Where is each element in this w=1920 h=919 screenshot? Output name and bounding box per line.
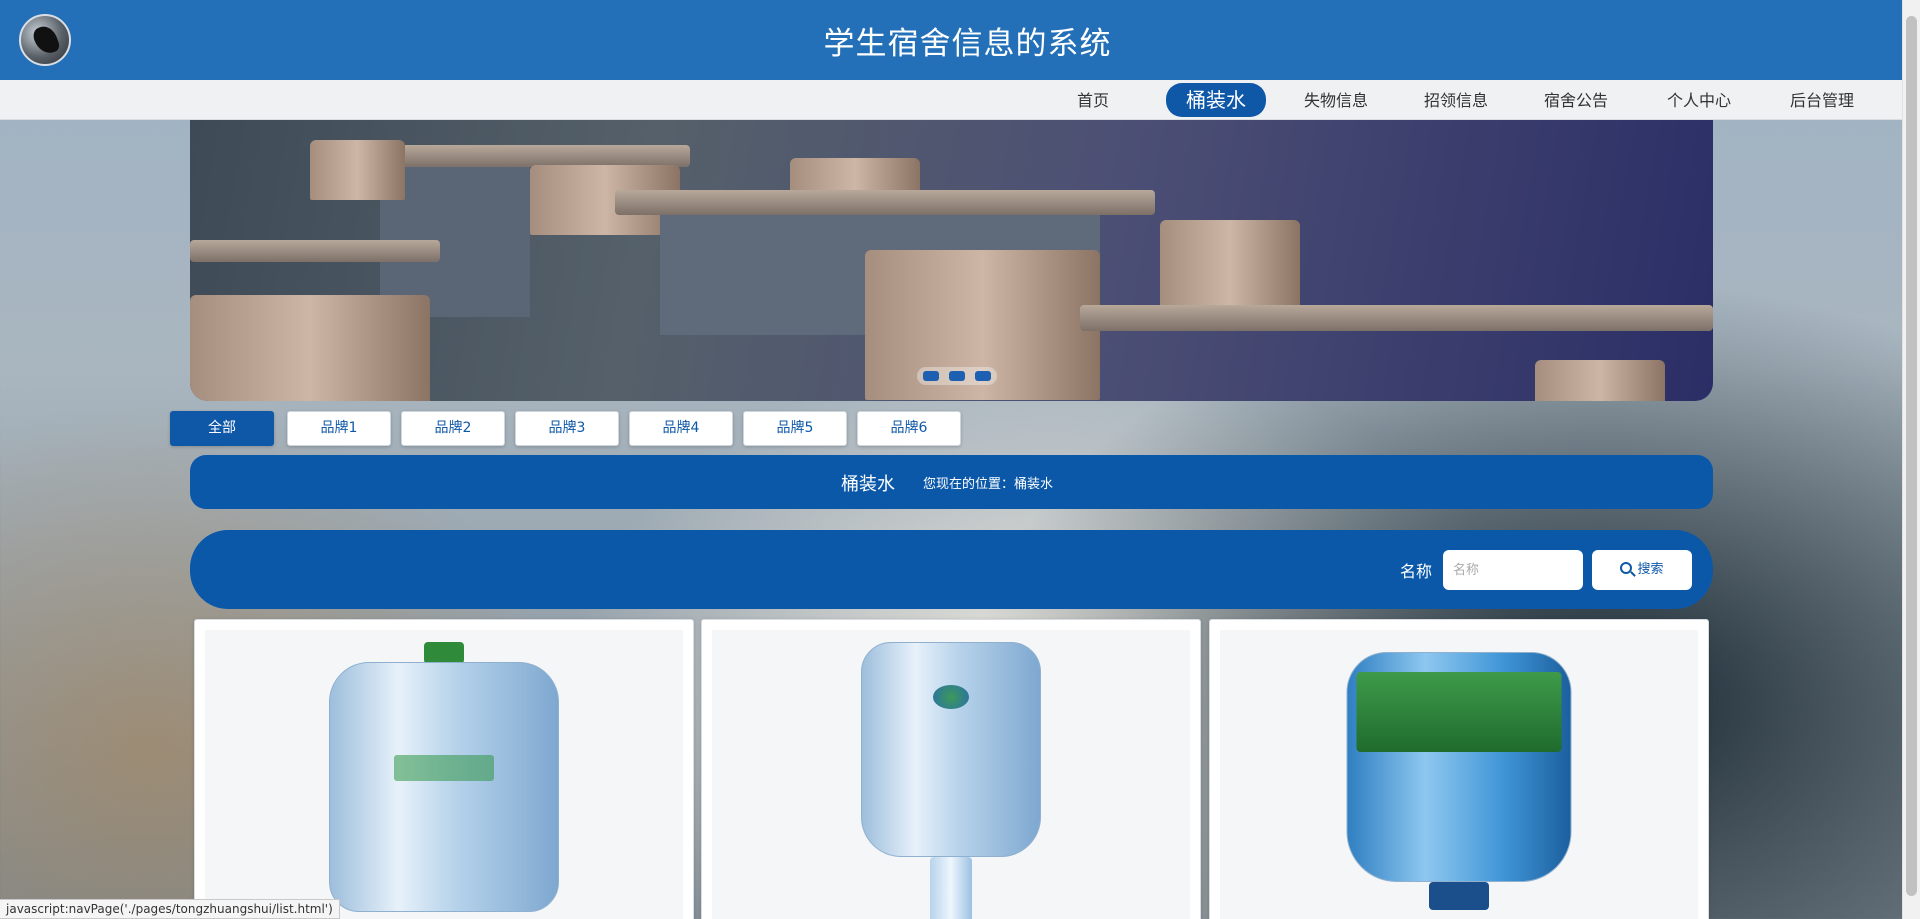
banner-chair — [1535, 360, 1665, 401]
search-label: 名称 — [1400, 562, 1433, 581]
banner-chair — [310, 140, 405, 200]
product-card[interactable] — [701, 619, 1201, 919]
page-scrollbar[interactable] — [1902, 0, 1920, 919]
banner-carousel[interactable] — [190, 120, 1713, 401]
browser-status-bar: javascript:navPage('./pages/tongzhuangsh… — [0, 899, 340, 919]
banner-desk — [615, 190, 1155, 215]
bottle-label — [394, 755, 494, 781]
page-title: 桶装水 — [841, 474, 895, 495]
brand-tab-6[interactable]: 品牌6 — [857, 411, 961, 446]
search-button[interactable]: 搜索 — [1592, 550, 1692, 590]
brand-tab-1[interactable]: 品牌1 — [287, 411, 391, 446]
product-image — [1220, 630, 1698, 919]
nav-item-home[interactable]: 首页 — [1063, 87, 1123, 115]
carousel-indicator — [917, 367, 997, 385]
banner-desk — [1080, 305, 1713, 331]
brand-tab-5[interactable]: 品牌5 — [743, 411, 847, 446]
brand-tab-4[interactable]: 品牌4 — [629, 411, 733, 446]
scrollbar-thumb[interactable] — [1906, 16, 1917, 896]
product-card[interactable] — [194, 619, 694, 919]
nav-item-personal-center[interactable]: 个人中心 — [1659, 87, 1739, 115]
search-panel: 名称 搜索 — [190, 530, 1713, 609]
carousel-dot[interactable] — [923, 371, 939, 381]
product-image — [205, 630, 683, 919]
nav-item-admin[interactable]: 后台管理 — [1782, 87, 1862, 115]
nav-item-bottled-water[interactable]: 桶装水 — [1166, 83, 1266, 117]
bottle-cap — [424, 642, 464, 664]
water-jug-image — [329, 662, 559, 912]
site-title: 学生宿舍信息的系统 — [823, 26, 1112, 62]
bottle-neck — [930, 857, 972, 919]
brand-tab-2[interactable]: 品牌2 — [401, 411, 505, 446]
bottle-logo — [933, 685, 969, 709]
banner-desk — [190, 240, 440, 262]
product-image — [712, 630, 1190, 919]
search-icon — [1620, 562, 1633, 574]
breadcrumb: 桶装水 您现在的位置：桶装水 — [190, 455, 1713, 509]
brand-tab-all[interactable]: 全部 — [170, 411, 274, 446]
nav-item-dorm-notices[interactable]: 宿舍公告 — [1536, 87, 1616, 115]
bottle-label — [1356, 672, 1562, 752]
nav-item-found-items[interactable]: 招领信息 — [1416, 87, 1496, 115]
nav-item-lost-items[interactable]: 失物信息 — [1296, 87, 1376, 115]
banner-chair — [1160, 220, 1300, 315]
product-card[interactable] — [1209, 619, 1709, 919]
site-header: 学生宿舍信息的系统 — [0, 0, 1902, 80]
carousel-dot[interactable] — [949, 371, 965, 381]
main-nav: 首页 桶装水 失物信息 招领信息 宿舍公告 个人中心 后台管理 — [0, 80, 1902, 120]
banner-chair — [190, 295, 430, 401]
water-jug-image — [861, 642, 1041, 857]
carousel-dot[interactable] — [975, 371, 991, 381]
brand-tab-3[interactable]: 品牌3 — [515, 411, 619, 446]
bottle-cap — [1429, 882, 1489, 910]
breadcrumb-location: 您现在的位置：桶装水 — [923, 477, 1054, 492]
search-input[interactable] — [1443, 550, 1583, 590]
search-button-label: 搜索 — [1637, 562, 1664, 577]
